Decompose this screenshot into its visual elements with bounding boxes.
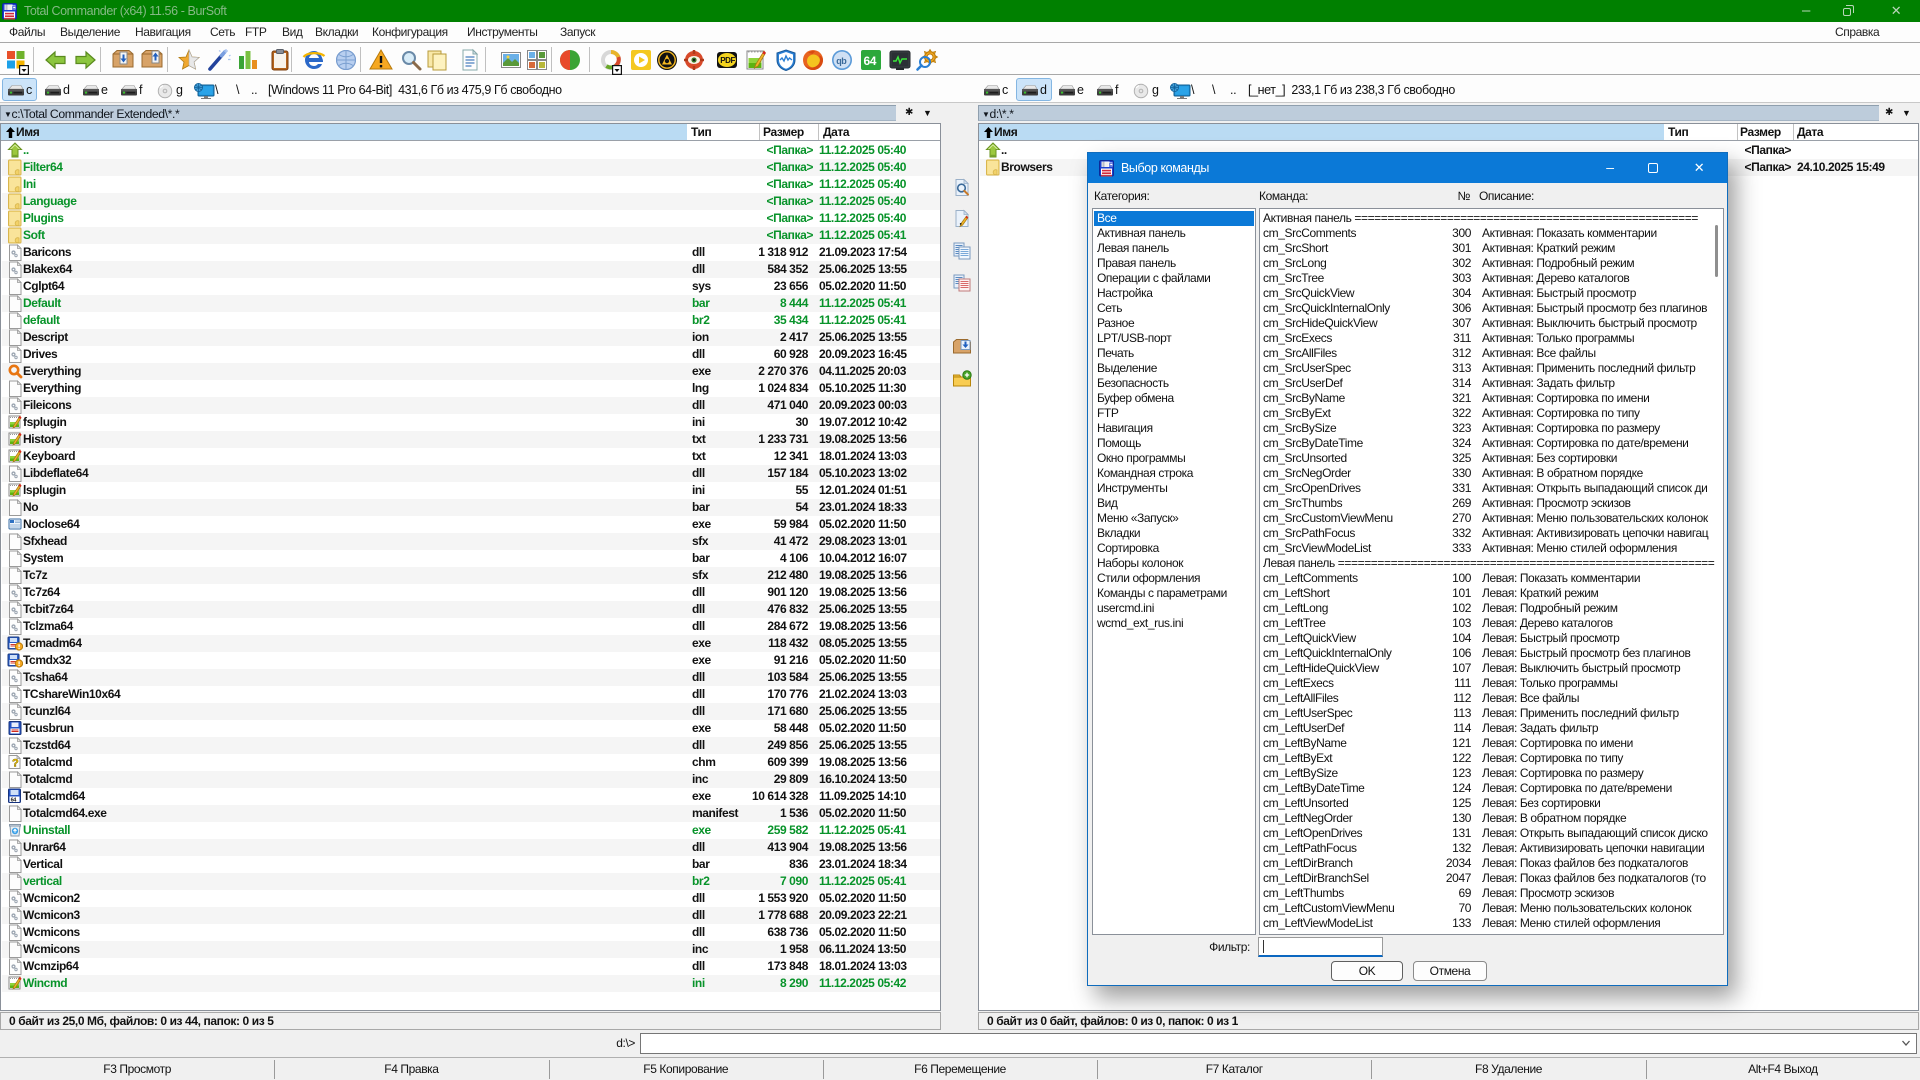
svg-text:PDF: PDF — [720, 56, 735, 65]
svg-text:?: ? — [12, 758, 19, 770]
svg-text:qb: qb — [836, 56, 847, 66]
svg-text:64: 64 — [864, 54, 877, 68]
